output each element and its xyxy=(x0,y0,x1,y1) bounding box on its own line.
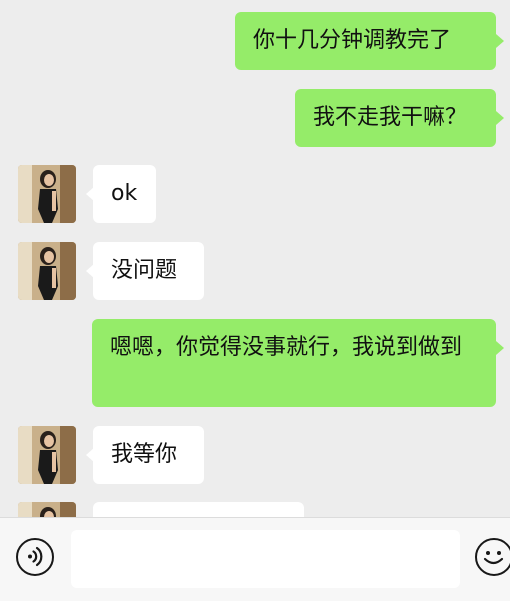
message-bubble-received[interactable]: ok xyxy=(93,165,156,223)
avatar-photo-icon xyxy=(18,426,76,484)
message-bubble-received[interactable]: 我等你 xyxy=(93,426,204,484)
emoji-button[interactable] xyxy=(475,538,510,576)
message-input[interactable] xyxy=(71,530,460,588)
message-text: 没问题 xyxy=(111,258,178,283)
contact-avatar[interactable] xyxy=(18,426,76,484)
contact-avatar[interactable] xyxy=(18,242,76,300)
voice-wave-icon xyxy=(28,546,43,567)
avatar-photo-icon xyxy=(18,502,76,517)
avatar-photo-icon xyxy=(18,165,76,223)
bubble-tail xyxy=(496,341,504,355)
voice-input-button[interactable] xyxy=(16,538,54,576)
message-bubble-received[interactable]: 没问题 xyxy=(93,242,204,300)
smiley-icon xyxy=(483,551,504,565)
message-text: 嗯嗯，你觉得没事就行，我说到做到 xyxy=(110,335,463,360)
message-text: 我不走我干嘛？ xyxy=(313,105,468,130)
message-text: 你十几分钟调教完了 xyxy=(253,28,452,53)
avatar-photo-icon xyxy=(18,242,76,300)
message-text: 我等你 xyxy=(111,442,178,467)
message-bubble-sent[interactable]: 我不走我干嘛？ xyxy=(295,89,496,147)
message-text: ok xyxy=(111,181,138,206)
chat-message-list[interactable]: 你十几分钟调教完了 我不走我干嘛？ ok 没问题 嗯嗯，你觉得没事就行，我说到做… xyxy=(0,0,510,517)
input-toolbar xyxy=(0,517,510,601)
bubble-tail xyxy=(496,111,504,125)
contact-avatar[interactable] xyxy=(18,165,76,223)
bubble-tail xyxy=(496,34,504,48)
message-bubble-sent[interactable]: 嗯嗯，你觉得没事就行，我说到做到 xyxy=(92,319,496,407)
contact-avatar[interactable] xyxy=(18,502,76,517)
message-bubble-sent[interactable]: 你十几分钟调教完了 xyxy=(235,12,496,70)
message-bubble-received[interactable] xyxy=(93,502,304,517)
